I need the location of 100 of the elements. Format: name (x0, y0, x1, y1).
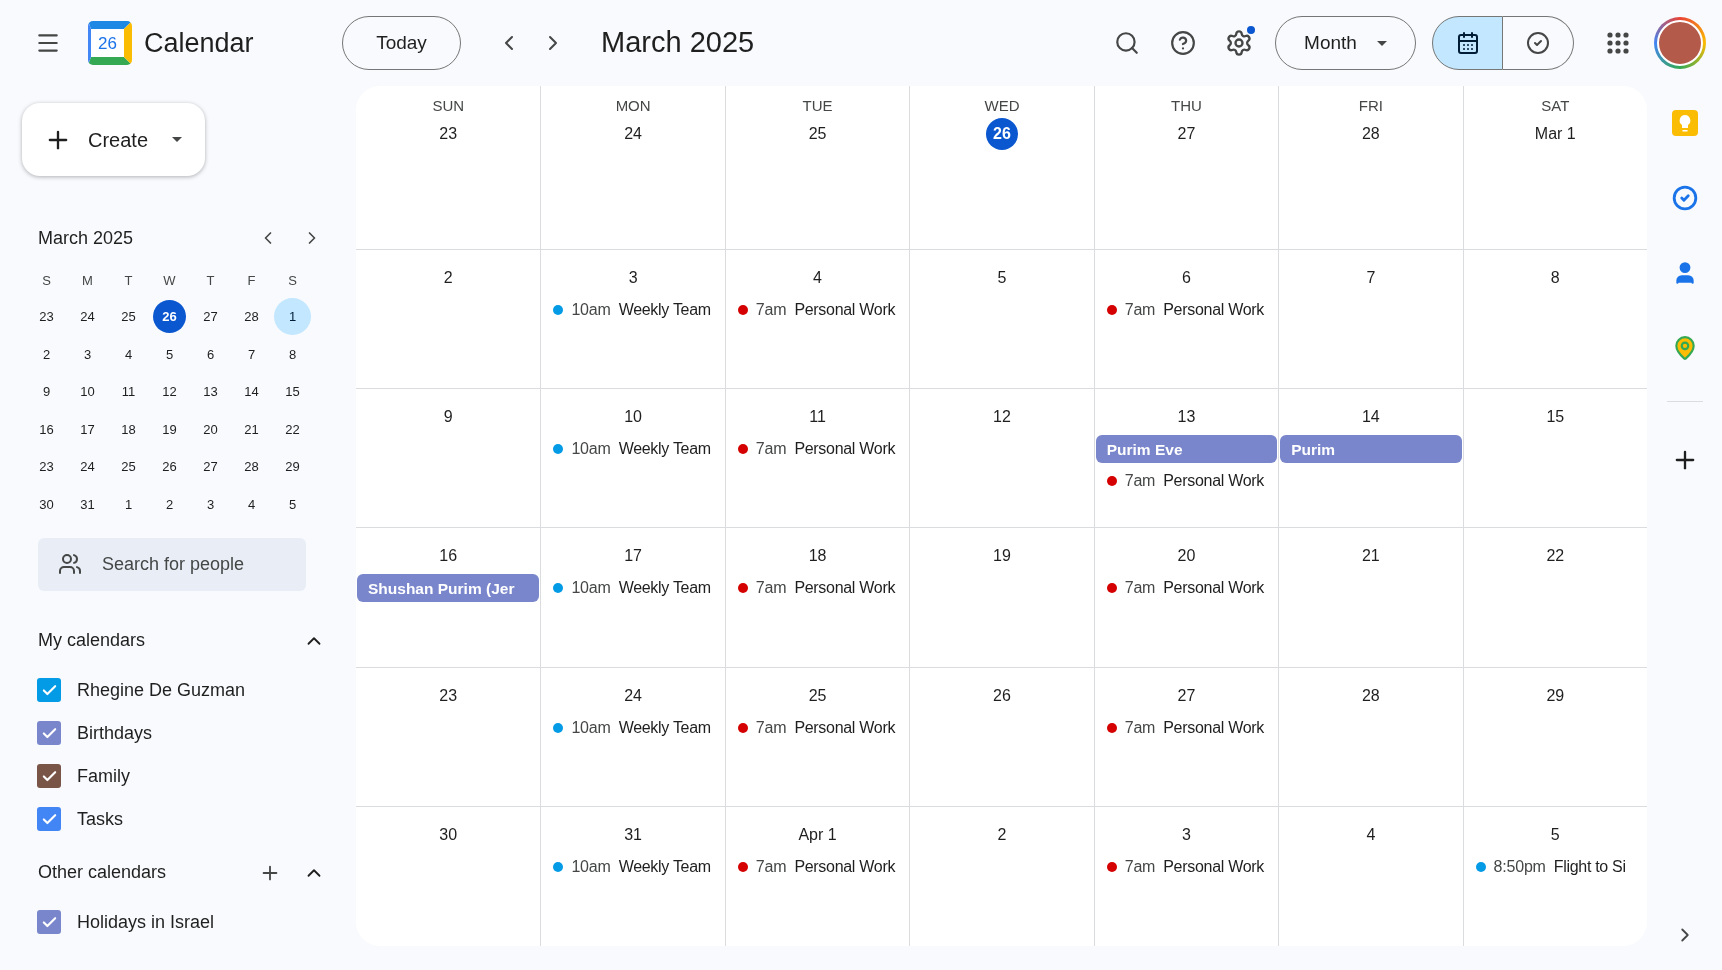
day-number[interactable]: 28 (1354, 679, 1387, 712)
day-number[interactable]: 27 (1170, 679, 1203, 712)
mini-calendar-day[interactable]: 24 (71, 450, 104, 484)
mini-calendar-day[interactable]: 26 (153, 300, 186, 334)
event-time[interactable]: 10am (571, 437, 611, 462)
event-title[interactable]: Personal Work (1163, 854, 1264, 879)
day-number[interactable]: 23 (432, 118, 465, 150)
day-number[interactable]: 2 (432, 262, 465, 294)
mini-calendar-day[interactable]: 14 (235, 375, 268, 409)
mini-calendar-day[interactable]: 27 (194, 450, 227, 484)
mini-calendar-day[interactable]: 27 (194, 300, 227, 334)
mini-calendar-day[interactable]: 5 (153, 337, 186, 371)
event-title[interactable]: Weekly Team (618, 715, 711, 740)
event-time[interactable]: 7am (755, 715, 787, 740)
day-number[interactable]: 13 (1170, 401, 1203, 434)
day-number[interactable]: 5 (986, 262, 1018, 294)
mini-calendar-day[interactable]: 4 (235, 488, 268, 522)
event-title[interactable]: Personal Work (794, 576, 896, 601)
day-number[interactable]: 23 (432, 679, 465, 712)
mini-calendar-day[interactable]: 13 (194, 375, 227, 409)
day-number[interactable]: 14 (1354, 401, 1387, 434)
mini-calendar-day[interactable]: 9 (30, 375, 63, 409)
mini-calendar-day[interactable]: 24 (71, 300, 104, 334)
calendar-view-tab[interactable] (1432, 16, 1503, 70)
event-title[interactable]: Weekly Team (618, 437, 711, 462)
calendar-checkbox[interactable] (37, 807, 61, 832)
day-number[interactable]: 25 (801, 118, 834, 150)
event-time[interactable]: 7am (755, 298, 787, 322)
day-number[interactable]: 21 (1354, 540, 1387, 573)
event-time[interactable]: 10am (571, 298, 611, 322)
day-number[interactable]: 4 (801, 262, 834, 294)
day-number[interactable]: 24 (617, 679, 650, 712)
mini-calendar-day[interactable]: 28 (235, 300, 268, 334)
event-time[interactable]: 7am (1124, 715, 1156, 740)
mini-calendar-day[interactable]: 17 (71, 413, 104, 447)
mini-calendar-day[interactable]: 21 (235, 413, 268, 447)
event-title[interactable]: Personal Work (794, 715, 896, 740)
day-number[interactable]: 30 (432, 818, 465, 851)
event-time[interactable]: 7am (755, 576, 787, 601)
day-number[interactable]: 7 (1354, 262, 1387, 294)
mini-calendar-day[interactable]: 3 (194, 488, 227, 522)
mini-calendar-day[interactable]: 15 (276, 375, 309, 409)
mini-calendar-day[interactable]: 19 (153, 413, 186, 447)
mini-calendar-day[interactable]: 25 (112, 450, 145, 484)
day-number[interactable]: 25 (801, 679, 834, 712)
mini-calendar-day[interactable]: 31 (71, 488, 104, 522)
event-time[interactable]: 10am (571, 576, 611, 601)
day-number[interactable]: 4 (1354, 818, 1387, 851)
day-number[interactable]: 17 (617, 540, 650, 573)
mini-calendar-day[interactable]: 16 (30, 413, 63, 447)
event-title[interactable]: Personal Work (1163, 298, 1264, 322)
day-number[interactable]: 26 (986, 118, 1018, 150)
day-number[interactable]: 27 (1170, 118, 1203, 150)
calendar-checkbox[interactable] (37, 721, 61, 746)
event-title[interactable]: Personal Work (794, 298, 896, 322)
event-time[interactable]: 10am (571, 715, 611, 740)
day-number[interactable]: 19 (986, 540, 1018, 573)
event-time[interactable]: 7am (1124, 854, 1156, 879)
day-number[interactable]: 26 (986, 679, 1018, 712)
avatar[interactable] (1654, 17, 1706, 69)
event-title[interactable]: Weekly Team (618, 298, 711, 322)
event-time[interactable]: 10am (571, 854, 611, 879)
mini-calendar-day[interactable]: 3 (71, 337, 104, 371)
day-number[interactable]: 31 (617, 818, 650, 851)
day-number[interactable]: 3 (1170, 818, 1203, 851)
event-title[interactable]: Personal Work (1163, 469, 1264, 494)
mini-calendar-day[interactable]: 4 (112, 337, 145, 371)
day-number[interactable]: 8 (1539, 262, 1572, 294)
day-number[interactable]: 22 (1539, 540, 1572, 573)
day-number[interactable]: 29 (1539, 679, 1572, 712)
mini-calendar-day[interactable]: 28 (235, 450, 268, 484)
mini-calendar-day[interactable]: 18 (112, 413, 145, 447)
mini-calendar-day[interactable]: 22 (276, 413, 309, 447)
mini-calendar-day[interactable]: 29 (276, 450, 309, 484)
day-number[interactable]: 15 (1539, 401, 1572, 434)
mini-calendar-day[interactable]: 11 (112, 375, 145, 409)
day-number[interactable]: 12 (986, 401, 1018, 434)
event-title[interactable]: Personal Work (1163, 576, 1264, 601)
mini-calendar-day[interactable]: 7 (235, 337, 268, 371)
mini-calendar-day[interactable]: 20 (194, 413, 227, 447)
day-number[interactable]: 6 (1170, 262, 1203, 294)
mini-calendar-day[interactable]: 30 (30, 488, 63, 522)
day-number[interactable]: 9 (432, 401, 465, 434)
day-number[interactable]: 18 (801, 540, 834, 573)
event-title[interactable]: Personal Work (794, 854, 896, 879)
day-number[interactable]: 16 (432, 540, 465, 573)
event-time[interactable]: 7am (1124, 576, 1156, 601)
day-number[interactable]: 20 (1170, 540, 1203, 573)
mini-calendar-day[interactable]: 26 (153, 450, 186, 484)
day-number[interactable]: 11 (801, 401, 834, 434)
mini-calendar-day[interactable]: 10 (71, 375, 104, 409)
event-title[interactable]: Personal Work (1163, 715, 1264, 740)
day-number[interactable]: 3 (617, 262, 650, 294)
create-button[interactable]: Create (22, 103, 205, 176)
calendar-checkbox[interactable] (37, 678, 61, 703)
calendar-checkbox[interactable] (37, 764, 61, 789)
mini-calendar-day[interactable]: 25 (112, 300, 145, 334)
event-time[interactable]: 8:50pm (1493, 854, 1546, 879)
mini-calendar-day[interactable]: 2 (30, 337, 63, 371)
day-number[interactable]: 10 (617, 401, 650, 434)
